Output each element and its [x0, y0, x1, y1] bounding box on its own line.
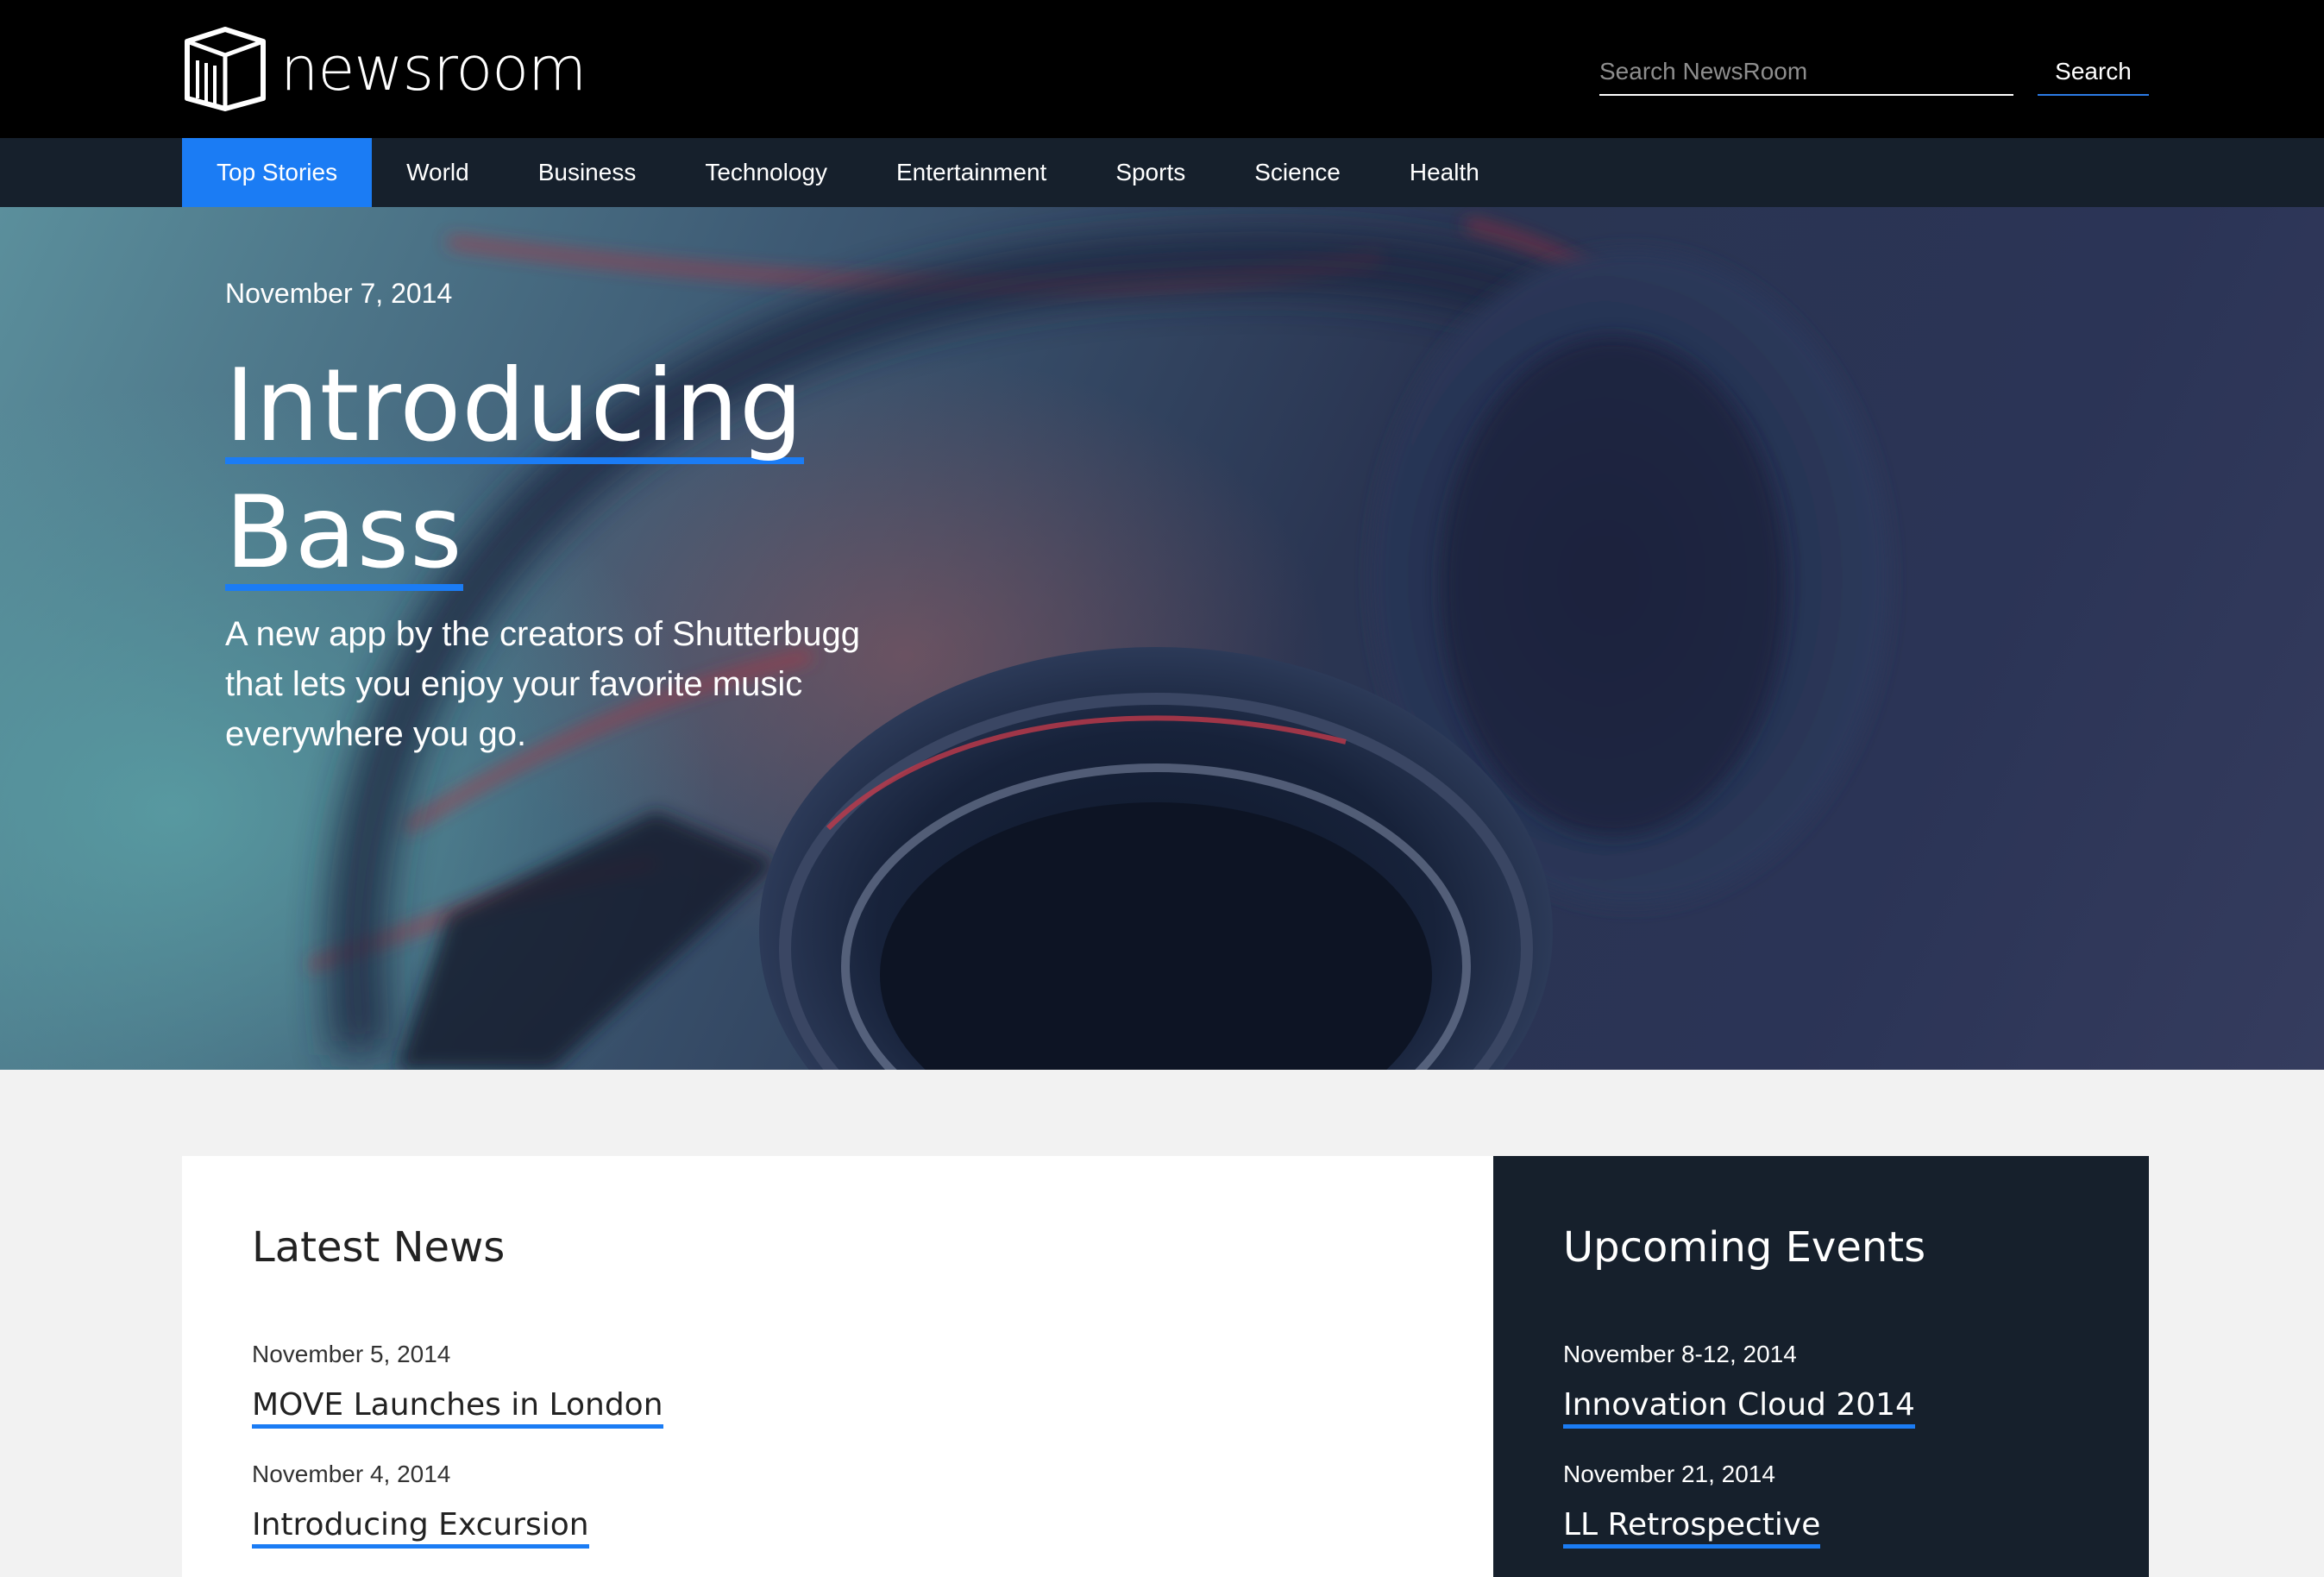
- event-item: November 8-12, 2014 Innovation Cloud 201…: [1563, 1341, 1915, 1429]
- event-item-link[interactable]: Innovation Cloud 2014: [1563, 1387, 1915, 1429]
- nav-item-entertainment[interactable]: Entertainment: [862, 138, 1081, 207]
- nav-item-world[interactable]: World: [372, 138, 504, 207]
- hero-title-line-1[interactable]: Introducing: [225, 355, 804, 464]
- search-input[interactable]: [1599, 48, 2013, 94]
- upcoming-events-panel: Upcoming Events November 8-12, 2014 Inno…: [1493, 1156, 2149, 1577]
- hero-title[interactable]: Introducing Bass: [225, 349, 804, 603]
- event-item-date: November 8-12, 2014: [1563, 1341, 1797, 1367]
- news-item-date: November 5, 2014: [252, 1341, 451, 1367]
- nav-item-sports[interactable]: Sports: [1081, 138, 1220, 207]
- search-field-wrapper: [1599, 48, 2013, 96]
- event-item-date: November 21, 2014: [1563, 1461, 1775, 1487]
- news-item-date: November 4, 2014: [252, 1461, 451, 1487]
- news-item: November 5, 2014 MOVE Launches in London: [252, 1341, 663, 1429]
- event-item-link[interactable]: LL Retrospective: [1563, 1507, 1821, 1549]
- news-item-link[interactable]: Introducing Excursion: [252, 1507, 589, 1549]
- newsroom-logo-icon: [185, 27, 266, 111]
- top-header: newsroom Search: [0, 0, 2324, 138]
- upcoming-events-heading: Upcoming Events: [1563, 1223, 1926, 1272]
- category-nav-list: Top Stories World Business Technology En…: [182, 138, 1514, 207]
- logo-text: newsroom: [280, 34, 587, 104]
- logo[interactable]: newsroom: [182, 26, 587, 112]
- hero-banner[interactable]: November 7, 2014 Introducing Bass A new …: [0, 207, 2324, 1070]
- nav-item-business[interactable]: Business: [504, 138, 671, 207]
- hero-date: November 7, 2014: [225, 278, 453, 309]
- event-item: November 21, 2014 LL Retrospective: [1563, 1461, 1821, 1549]
- news-item: November 4, 2014 Introducing Excursion: [252, 1461, 589, 1549]
- nav-item-technology[interactable]: Technology: [670, 138, 862, 207]
- category-nav: Top Stories World Business Technology En…: [0, 138, 2324, 207]
- news-item-link[interactable]: MOVE Launches in London: [252, 1387, 663, 1429]
- latest-news-heading: Latest News: [252, 1223, 506, 1272]
- nav-item-top-stories[interactable]: Top Stories: [182, 138, 373, 207]
- latest-news-panel: Latest News November 5, 2014 MOVE Launch…: [182, 1156, 1493, 1577]
- search-button[interactable]: Search: [2038, 48, 2149, 96]
- nav-item-science[interactable]: Science: [1220, 138, 1375, 207]
- hero-title-line-2[interactable]: Bass: [225, 482, 463, 591]
- nav-item-health[interactable]: Health: [1375, 138, 1514, 207]
- hero-subtitle: A new app by the creators of Shutterbugg…: [225, 615, 861, 753]
